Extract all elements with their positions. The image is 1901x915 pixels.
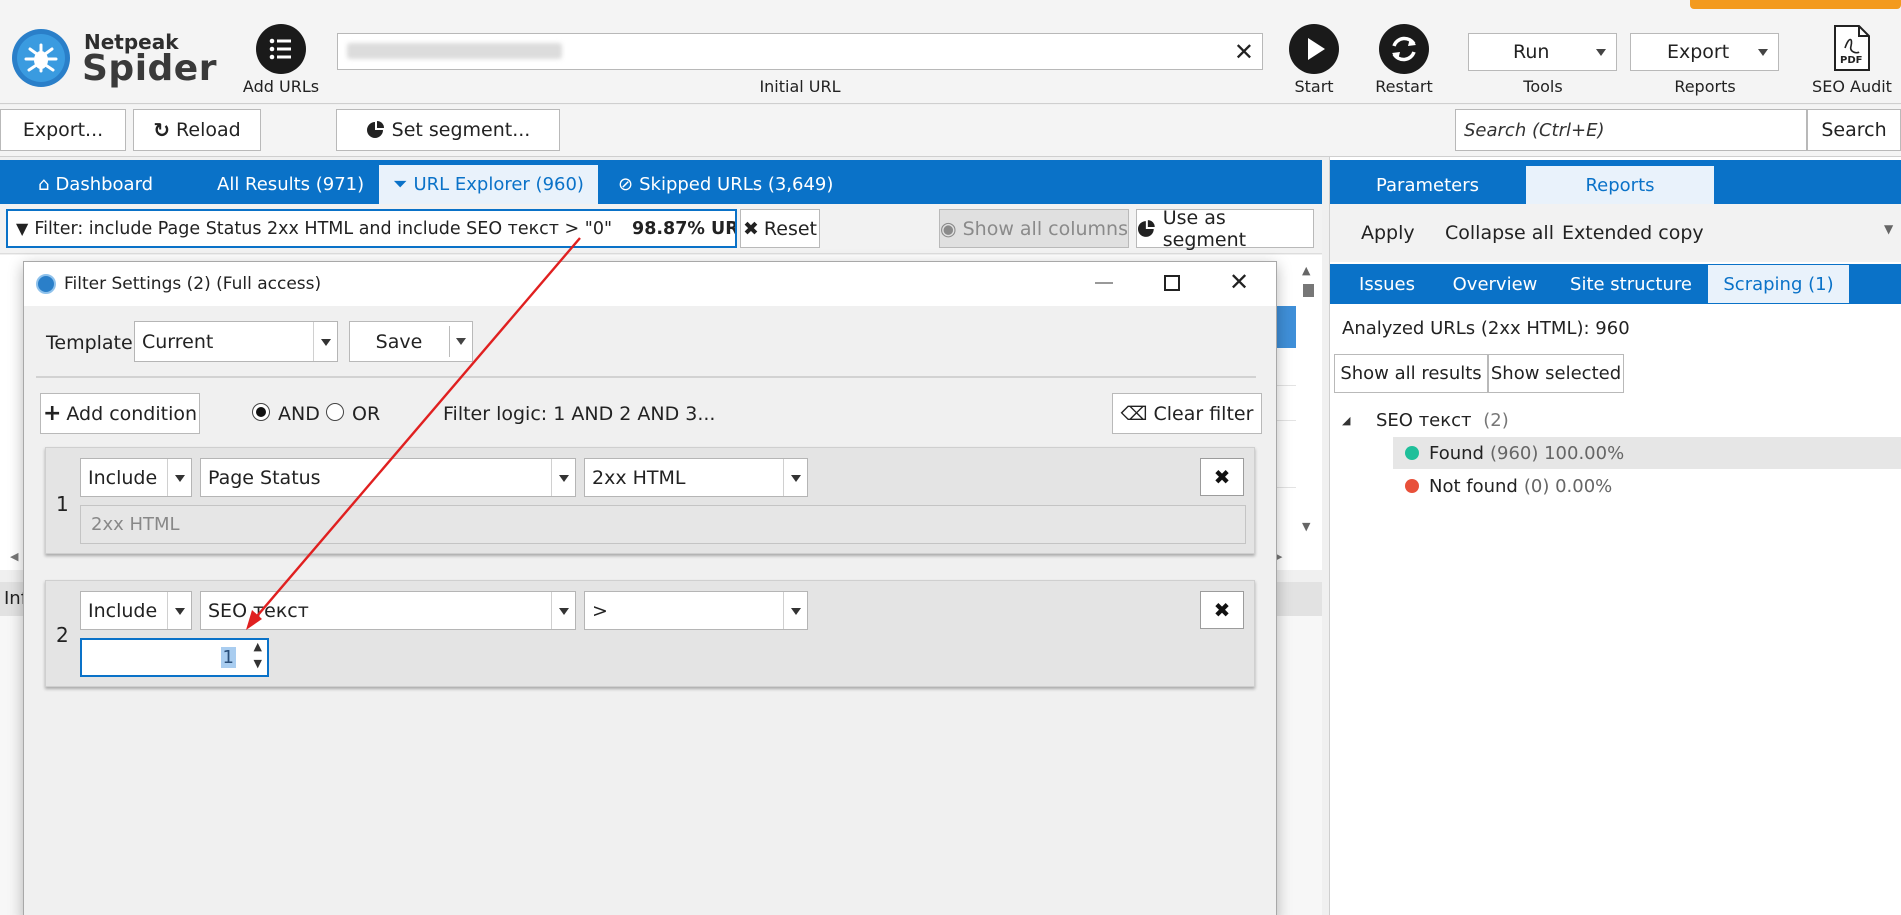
annotation-arrow [246,237,581,630]
